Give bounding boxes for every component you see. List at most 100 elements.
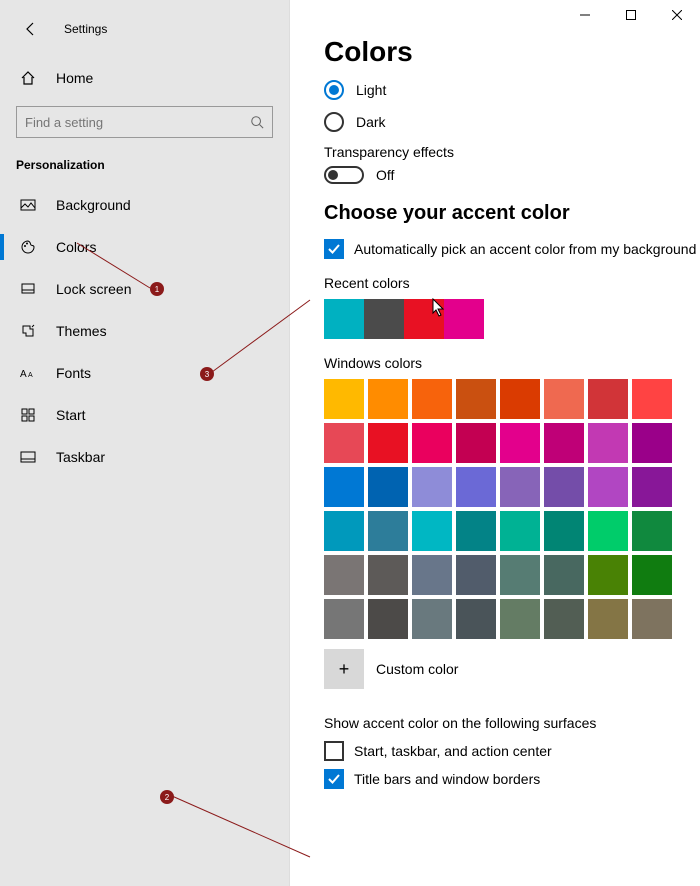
- sidebar-item-background[interactable]: Background: [0, 184, 289, 226]
- color-swatch[interactable]: [632, 379, 672, 419]
- color-swatch[interactable]: [412, 423, 452, 463]
- color-swatch[interactable]: [500, 379, 540, 419]
- sidebar-item-lockscreen[interactable]: Lock screen: [0, 268, 289, 310]
- close-button[interactable]: [654, 0, 700, 30]
- color-swatch[interactable]: [368, 379, 408, 419]
- themes-icon: [20, 323, 36, 339]
- color-swatch[interactable]: [456, 379, 496, 419]
- color-swatch[interactable]: [632, 423, 672, 463]
- search-box[interactable]: [16, 106, 273, 138]
- color-swatch[interactable]: [544, 511, 584, 551]
- color-swatch[interactable]: [412, 511, 452, 551]
- sidebar-item-start[interactable]: Start: [0, 394, 289, 436]
- radio-label: Light: [356, 82, 386, 98]
- color-swatch[interactable]: [368, 599, 408, 639]
- color-swatch[interactable]: [456, 599, 496, 639]
- color-swatch[interactable]: [412, 467, 452, 507]
- search-icon: [250, 115, 264, 129]
- color-swatch[interactable]: [588, 423, 628, 463]
- taskbar-icon: [20, 449, 36, 465]
- toggle-state: Off: [376, 167, 394, 183]
- custom-color-button[interactable]: + Custom color: [324, 649, 700, 689]
- sidebar-item-themes[interactable]: Themes: [0, 310, 289, 352]
- color-swatch[interactable]: [456, 555, 496, 595]
- color-swatch[interactable]: [500, 555, 540, 595]
- color-swatch[interactable]: [456, 511, 496, 551]
- color-swatch[interactable]: [412, 599, 452, 639]
- sidebar-item-fonts[interactable]: AA Fonts: [0, 352, 289, 394]
- color-swatch[interactable]: [368, 555, 408, 595]
- sidebar-item-label: Fonts: [56, 365, 91, 381]
- color-swatch[interactable]: [500, 467, 540, 507]
- minimize-button[interactable]: [562, 0, 608, 30]
- color-swatch[interactable]: [588, 599, 628, 639]
- color-swatch[interactable]: [412, 555, 452, 595]
- transparency-toggle[interactable]: [324, 166, 364, 184]
- color-swatch[interactable]: [368, 423, 408, 463]
- checkbox-icon: [324, 769, 344, 789]
- color-mode-dark[interactable]: Dark: [324, 112, 700, 132]
- surfaces-heading: Show accent color on the following surfa…: [324, 715, 700, 731]
- color-swatch[interactable]: [544, 379, 584, 419]
- color-swatch[interactable]: [588, 555, 628, 595]
- surface-start-taskbar[interactable]: Start, taskbar, and action center: [324, 741, 700, 761]
- color-swatch[interactable]: [364, 299, 404, 339]
- section-title: Personalization: [0, 154, 289, 184]
- maximize-button[interactable]: [608, 0, 654, 30]
- color-swatch[interactable]: [500, 511, 540, 551]
- cursor-icon: [432, 298, 446, 318]
- svg-text:A: A: [28, 372, 33, 379]
- sidebar-item-colors[interactable]: Colors: [0, 226, 289, 268]
- home-nav[interactable]: Home: [0, 58, 289, 98]
- plus-icon: +: [324, 649, 364, 689]
- color-swatch[interactable]: [368, 511, 408, 551]
- color-swatch[interactable]: [588, 511, 628, 551]
- custom-color-label: Custom color: [376, 661, 458, 677]
- checkbox-label: Start, taskbar, and action center: [354, 743, 552, 759]
- annotation-3: 3: [200, 367, 214, 381]
- sidebar-item-label: Start: [56, 407, 86, 423]
- auto-pick-row[interactable]: Automatically pick an accent color from …: [324, 239, 700, 259]
- color-swatch[interactable]: [544, 599, 584, 639]
- color-swatch[interactable]: [500, 423, 540, 463]
- annotation-1: 1: [150, 282, 164, 296]
- color-swatch[interactable]: [544, 467, 584, 507]
- color-swatch[interactable]: [544, 555, 584, 595]
- color-swatch[interactable]: [632, 555, 672, 595]
- color-swatch[interactable]: [456, 423, 496, 463]
- color-mode-light[interactable]: Light: [324, 80, 700, 100]
- accent-heading: Choose your accent color: [324, 202, 700, 225]
- color-swatch[interactable]: [324, 599, 364, 639]
- home-label: Home: [56, 70, 93, 86]
- back-button[interactable]: [16, 14, 46, 44]
- color-swatch[interactable]: [444, 299, 484, 339]
- sidebar-item-label: Lock screen: [56, 281, 131, 297]
- color-swatch[interactable]: [324, 379, 364, 419]
- color-swatch[interactable]: [544, 423, 584, 463]
- surface-titlebars[interactable]: Title bars and window borders: [324, 769, 700, 789]
- recent-colors-label: Recent colors: [324, 275, 700, 291]
- color-swatch[interactable]: [324, 467, 364, 507]
- checkbox-label: Title bars and window borders: [354, 771, 540, 787]
- color-swatch[interactable]: [324, 299, 364, 339]
- color-swatch[interactable]: [324, 511, 364, 551]
- color-swatch[interactable]: [632, 599, 672, 639]
- color-swatch[interactable]: [324, 423, 364, 463]
- color-swatch[interactable]: [500, 599, 540, 639]
- annotation-2: 2: [160, 790, 174, 804]
- color-swatch[interactable]: [588, 379, 628, 419]
- color-swatch[interactable]: [588, 467, 628, 507]
- radio-icon: [324, 80, 344, 100]
- color-swatch[interactable]: [324, 555, 364, 595]
- search-input[interactable]: [25, 115, 225, 130]
- sidebar-item-taskbar[interactable]: Taskbar: [0, 436, 289, 478]
- sidebar-item-label: Themes: [56, 323, 107, 339]
- color-swatch[interactable]: [412, 379, 452, 419]
- color-swatch[interactable]: [632, 467, 672, 507]
- checkbox-icon: [324, 741, 344, 761]
- color-swatch[interactable]: [368, 467, 408, 507]
- color-swatch[interactable]: [632, 511, 672, 551]
- windows-colors-label: Windows colors: [324, 355, 700, 371]
- radio-icon: [324, 112, 344, 132]
- color-swatch[interactable]: [456, 467, 496, 507]
